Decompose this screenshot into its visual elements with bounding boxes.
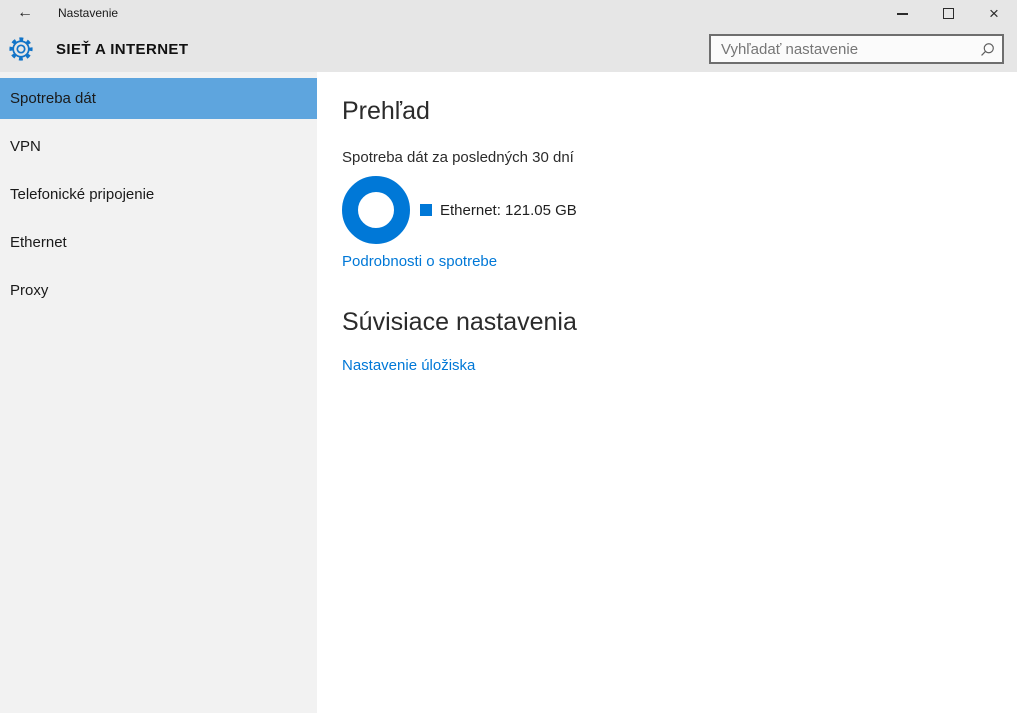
sidebar-item-label: Ethernet: [10, 234, 67, 251]
titlebar: ← Nastavenie ×: [0, 0, 1017, 26]
data-usage-chart: Ethernet: 121.05 GB: [342, 176, 577, 244]
topbar: ← Nastavenie ×: [0, 0, 1017, 72]
search-input[interactable]: [711, 36, 972, 62]
sidebar-item-label: VPN: [10, 138, 41, 155]
sidebar-item-data-usage[interactable]: Spotreba dát: [0, 78, 317, 119]
minimize-icon: [897, 13, 908, 15]
page-title: SIEŤ A INTERNET: [56, 41, 188, 58]
back-arrow-icon: ←: [17, 4, 33, 21]
sidebar-item-ethernet[interactable]: Ethernet: [0, 222, 317, 263]
sidebar-item-label: Spotreba dát: [10, 90, 96, 107]
storage-settings-link[interactable]: Nastavenie úložiska: [342, 356, 475, 376]
sidebar-item-vpn[interactable]: VPN: [0, 126, 317, 167]
chart-legend: Ethernet: 121.05 GB: [420, 202, 577, 219]
legend-label: Ethernet: 121.05 GB: [440, 202, 577, 219]
search-icon[interactable]: [972, 36, 1002, 62]
usage-caption: Spotreba dát za posledných 30 dní: [342, 148, 574, 168]
sidebar-item-label: Telefonické pripojenie: [10, 186, 154, 203]
maximize-icon: [943, 8, 954, 19]
window-controls: ×: [879, 0, 1017, 26]
sidebar-item-dial-up[interactable]: Telefonické pripojenie: [0, 174, 317, 215]
sidebar-item-label: Proxy: [10, 282, 48, 299]
close-button[interactable]: ×: [971, 0, 1017, 26]
sidebar-item-proxy[interactable]: Proxy: [0, 270, 317, 311]
page-header: SIEŤ A INTERNET: [0, 26, 1017, 72]
usage-details-link[interactable]: Podrobnosti o spotrebe: [342, 252, 497, 272]
sidebar: Spotreba dát VPN Telefonické pripojenie …: [0, 72, 317, 713]
main-content: Prehľad Spotreba dát za posledných 30 dn…: [317, 72, 1017, 713]
window-title: Nastavenie: [58, 6, 118, 20]
settings-window: ← Nastavenie ×: [0, 0, 1017, 713]
minimize-button[interactable]: [879, 0, 925, 26]
close-icon: ×: [989, 5, 999, 22]
related-settings-heading: Súvisiace nastavenia: [342, 306, 577, 339]
maximize-button[interactable]: [925, 0, 971, 26]
search-box[interactable]: [709, 34, 1004, 64]
back-button[interactable]: ←: [12, 0, 38, 26]
legend-swatch: [420, 204, 432, 216]
donut-chart: [342, 176, 410, 244]
overview-heading: Prehľad: [342, 95, 430, 128]
settings-gear-icon: [8, 36, 34, 62]
